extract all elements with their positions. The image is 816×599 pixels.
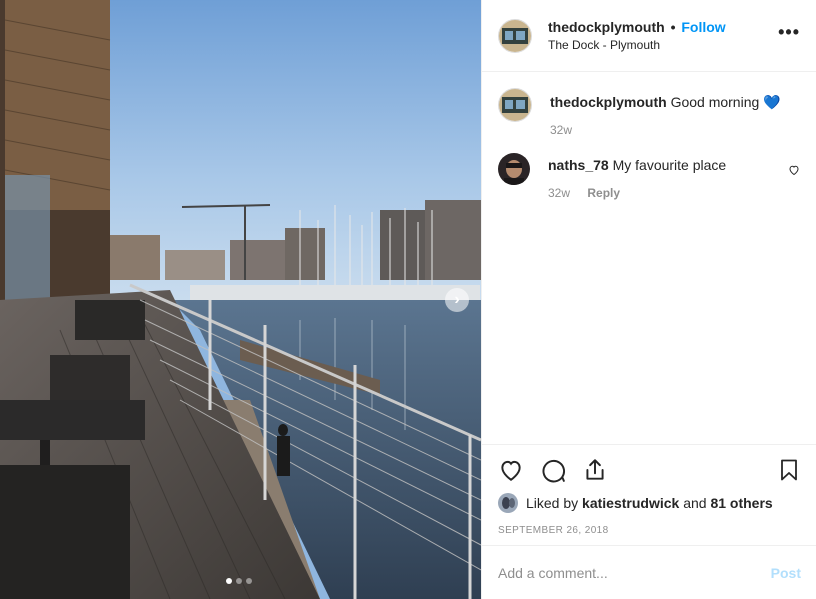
carousel-next-button[interactable]: › xyxy=(445,288,469,312)
chevron-right-icon: › xyxy=(454,291,460,308)
follow-button[interactable]: Follow xyxy=(681,19,725,35)
liked-by-prefix: Liked by xyxy=(526,495,579,511)
heart-icon[interactable] xyxy=(498,457,524,483)
comment-input[interactable] xyxy=(498,564,771,581)
post-username[interactable]: thedockplymouth xyxy=(548,19,665,35)
comment-item: thedockplymouth Good morning 💙 32w xyxy=(498,88,800,137)
profile-picture-image xyxy=(499,19,531,52)
reply-button[interactable]: Reply xyxy=(587,186,620,200)
carousel-dot xyxy=(246,578,252,584)
separator-dot: • xyxy=(670,19,676,35)
comment-like-heart-icon[interactable] xyxy=(788,163,800,179)
more-options-icon[interactable]: ••• xyxy=(778,22,800,49)
post-actions-section: Liked by katiestrudwick and 81 others SE… xyxy=(482,444,816,536)
carousel-dot xyxy=(236,578,242,584)
liker-username[interactable]: katiestrudwick xyxy=(582,495,679,511)
post-header: thedockplymouth • Follow The Dock - Plym… xyxy=(482,0,816,72)
comment-item: naths_78 My favourite place 32w Reply xyxy=(498,153,800,200)
avatar[interactable] xyxy=(498,18,532,53)
bookmark-icon[interactable] xyxy=(777,457,801,483)
action-bar xyxy=(498,445,801,495)
share-icon[interactable] xyxy=(582,457,608,483)
liked-by-connector: and xyxy=(683,495,707,511)
post-side-panel: thedockplymouth • Follow The Dock - Plym… xyxy=(481,0,816,599)
profile-picture-image xyxy=(498,153,530,185)
post-photo[interactable]: › xyxy=(0,0,481,599)
carousel-dot xyxy=(226,578,232,584)
profile-picture-image xyxy=(499,89,531,121)
comment-username[interactable]: naths_78 xyxy=(548,157,609,173)
likes-summary: Liked by katiestrudwick and 81 others xyxy=(498,493,801,513)
avatar[interactable] xyxy=(498,493,518,513)
comment-text: My favourite place xyxy=(612,157,727,173)
comment-age[interactable]: 32w xyxy=(550,123,572,137)
post-location[interactable]: The Dock - Plymouth xyxy=(548,38,778,52)
others-likes-link[interactable]: 81 others xyxy=(710,495,772,511)
avatar[interactable] xyxy=(498,88,532,122)
add-comment-bar: Post xyxy=(482,545,816,599)
post-date[interactable]: SEPTEMBER 26, 2018 xyxy=(498,525,801,536)
liker-picture-image xyxy=(498,493,518,513)
carousel-indicator xyxy=(226,578,252,584)
comment-username[interactable]: thedockplymouth xyxy=(550,94,667,110)
comment-icon[interactable] xyxy=(540,457,566,483)
comment-text: Good morning 💙 xyxy=(670,94,781,110)
avatar[interactable] xyxy=(498,153,530,185)
marina-photo-image xyxy=(0,0,481,599)
post-comment-button[interactable]: Post xyxy=(771,565,801,581)
comment-age[interactable]: 32w xyxy=(548,186,570,200)
comments-list: thedockplymouth Good morning 💙 32w naths… xyxy=(482,72,816,200)
